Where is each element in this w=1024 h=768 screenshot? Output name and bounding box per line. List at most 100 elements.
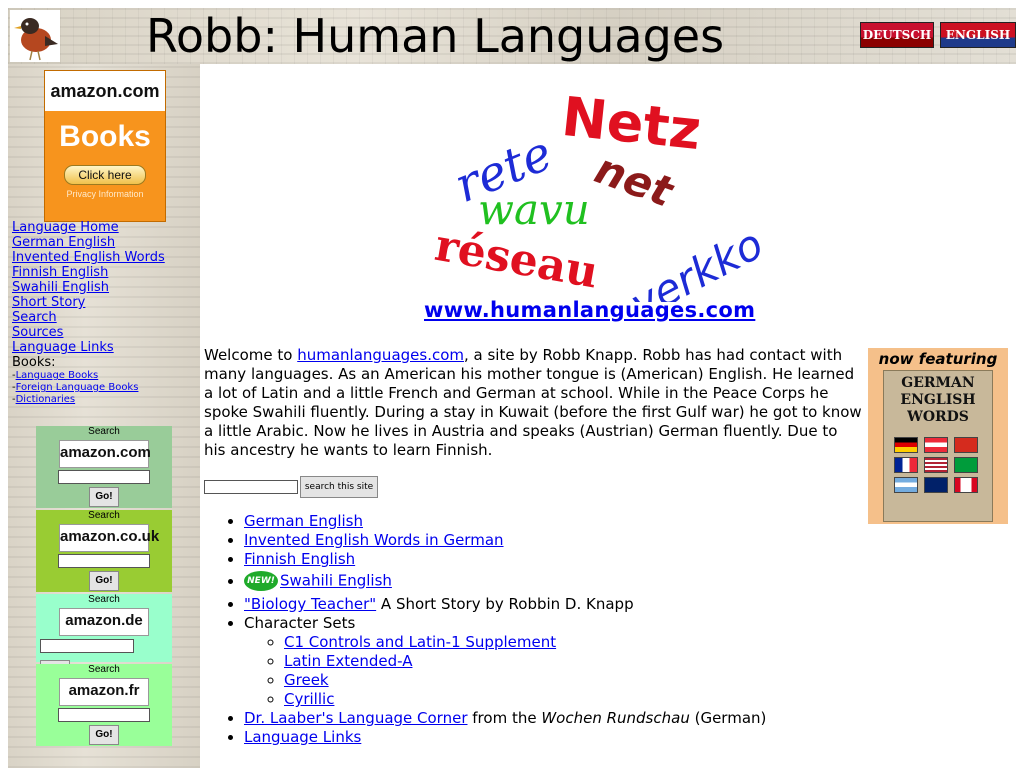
language-links-link[interactable]: Language Links (244, 728, 361, 746)
list-item: "Biology Teacher" A Short Story by Robbi… (244, 595, 1004, 614)
books-link-row: -Foreign Language Books (12, 382, 139, 393)
flag-icon (954, 477, 978, 493)
list-item: Finnish English (244, 550, 1004, 569)
sidebar: amazon.com Books Click here Privacy Info… (8, 64, 200, 768)
search-this-site-button[interactable]: search this site (300, 476, 378, 498)
sidebar-item-language-home[interactable]: Language Home (12, 220, 200, 235)
amazon-de-search-box: Search amazon.de Go! (36, 594, 172, 680)
site-search-input[interactable] (204, 480, 298, 494)
featured-book-box[interactable]: now featuring GERMAN ENGLISH WORDS (868, 348, 1008, 524)
short-story-credit: A Short Story by Robbin D. Knapp (376, 595, 634, 613)
list-item: Latin Extended-A (284, 652, 1004, 671)
charset-latin-extended-a-link[interactable]: Latin Extended-A (284, 652, 412, 670)
network-word-art: rete Netz net wavu réseau verkko (432, 85, 771, 302)
amazon-com-search-input[interactable] (58, 470, 150, 484)
list-item: German English (244, 512, 1004, 531)
store-search-label: Search (88, 594, 120, 605)
flag-icon (924, 437, 948, 453)
swahili-english-link[interactable]: Swahili English (280, 572, 392, 590)
books-link-row: -Language Books (12, 370, 99, 381)
sidebar-item-language-links[interactable]: Language Links (12, 340, 200, 355)
privacy-information-link[interactable]: Privacy Information (45, 189, 165, 199)
book-cover-title: GERMAN ENGLISH WORDS (900, 375, 976, 425)
amazon-co-uk-go-button[interactable]: Go! (89, 571, 119, 591)
sidebar-nav: Language Home German English Invented En… (12, 220, 200, 406)
sidebar-item-search[interactable]: Search (12, 310, 200, 325)
german-english-words-book-cover[interactable]: GERMAN ENGLISH WORDS (883, 370, 993, 522)
amazon-fr-go-button[interactable]: Go! (89, 725, 119, 745)
welcome-prefix: Welcome to (204, 346, 298, 364)
amazon-co-uk-logo[interactable]: amazon.co.uk (59, 524, 159, 552)
dictionaries-link[interactable]: Dictionaries (16, 394, 76, 405)
list-item: Cyrillic (284, 690, 1004, 709)
list-item: C1 Controls and Latin-1 Supplement (284, 633, 1004, 652)
german-english-link[interactable]: German English (244, 512, 363, 530)
english-button[interactable]: ENGLISH (940, 22, 1016, 48)
sidebar-item-finnish-english[interactable]: Finnish English (12, 265, 200, 280)
store-search-label: Search (88, 510, 120, 521)
list-item: Language Links (244, 728, 1004, 747)
amazon-logo: amazon.com (45, 71, 165, 111)
main-content: rete Netz net wavu réseau verkko www.hum… (200, 64, 1024, 768)
flag-icon (894, 437, 918, 453)
flag-icon (894, 477, 918, 493)
list-item: Invented English Words in German (244, 531, 1004, 550)
charset-cyrillic-link[interactable]: Cyrillic (284, 690, 334, 708)
click-here-button[interactable]: Click here (64, 165, 146, 185)
books-link-row: -Dictionaries (12, 394, 76, 405)
invented-english-words-link[interactable]: Invented English Words in German (244, 531, 504, 549)
word-art-netz: Netz (559, 85, 704, 162)
books-heading: Books: (12, 355, 56, 370)
list-item: Character Sets C1 Controls and Latin-1 S… (244, 614, 1004, 709)
amazon-com-logo[interactable]: amazon.com (59, 440, 151, 468)
list-item: NEW!Swahili English (244, 571, 1004, 591)
amazon-co-uk-search-input[interactable] (58, 554, 150, 568)
amazon-co-uk-search-box: Search amazon.co.uk Go! (36, 510, 172, 592)
amazon-books-headline: Books (59, 120, 151, 153)
finnish-english-link[interactable]: Finnish English (244, 550, 355, 568)
new-badge-icon: NEW! (244, 571, 278, 591)
foreign-language-books-link[interactable]: Foreign Language Books (16, 382, 139, 393)
list-item: Dr. Laaber's Language Corner from the Wo… (244, 709, 1004, 728)
laaber-language-corner-link[interactable]: Dr. Laaber's Language Corner (244, 709, 468, 727)
store-search-label: Search (88, 426, 120, 437)
list-item: Greek (284, 671, 1004, 690)
sidebar-item-swahili-english[interactable]: Swahili English (12, 280, 200, 295)
link-list: German English Invented English Words in… (224, 512, 1004, 747)
amazon-fr-search-box: Search amazon.fr Go! (36, 664, 172, 746)
amazon-fr-logo[interactable]: amazon.fr (59, 678, 149, 706)
charset-c1-latin1-link[interactable]: C1 Controls and Latin-1 Supplement (284, 633, 556, 651)
amazon-fr-search-input[interactable] (58, 708, 150, 722)
sidebar-item-german-english[interactable]: German English (12, 235, 200, 250)
welcome-paragraph: Welcome to humanlanguages.com, a site by… (204, 346, 862, 460)
now-featuring-label: now featuring (878, 350, 998, 368)
charset-greek-link[interactable]: Greek (284, 671, 329, 689)
sidebar-item-sources[interactable]: Sources (12, 325, 200, 340)
character-sets-label: Character Sets (244, 614, 356, 632)
amazon-com-search-box: Search amazon.com Go! (36, 426, 172, 508)
language-books-link[interactable]: Language Books (16, 370, 99, 381)
word-art-verkko: verkko (622, 219, 771, 302)
robin-bird-icon[interactable] (10, 10, 60, 62)
deutsch-button[interactable]: DEUTSCH (860, 22, 934, 48)
header-banner: Robb: Human Languages DEUTSCH ENGLISH (8, 8, 1016, 64)
wochen-rundschau-title: Wochen Rundschau (541, 709, 690, 727)
site-url-link[interactable]: www.humanlanguages.com (424, 298, 755, 322)
flag-icon (954, 457, 978, 473)
amazon-de-search-input[interactable] (40, 639, 134, 653)
sidebar-item-invented-english-words[interactable]: Invented English Words (12, 250, 200, 265)
sidebar-item-short-story[interactable]: Short Story (12, 295, 200, 310)
laaber-from-text: from the (467, 709, 542, 727)
flag-icon (924, 457, 948, 473)
amazon-books-banner[interactable]: amazon.com Books Click here Privacy Info… (44, 70, 166, 222)
site-title: Robb: Human Languages (146, 9, 725, 63)
word-art-wavu: wavu (478, 185, 590, 234)
flag-icon (954, 437, 978, 453)
store-search-label: Search (88, 664, 120, 675)
amazon-com-go-button[interactable]: Go! (89, 487, 119, 507)
amazon-de-logo[interactable]: amazon.de (59, 608, 149, 636)
laaber-suffix: (German) (689, 709, 767, 727)
flag-icon (924, 477, 948, 493)
biology-teacher-link[interactable]: "Biology Teacher" (244, 595, 376, 613)
humanlanguages-link[interactable]: humanlanguages.com (297, 346, 464, 364)
